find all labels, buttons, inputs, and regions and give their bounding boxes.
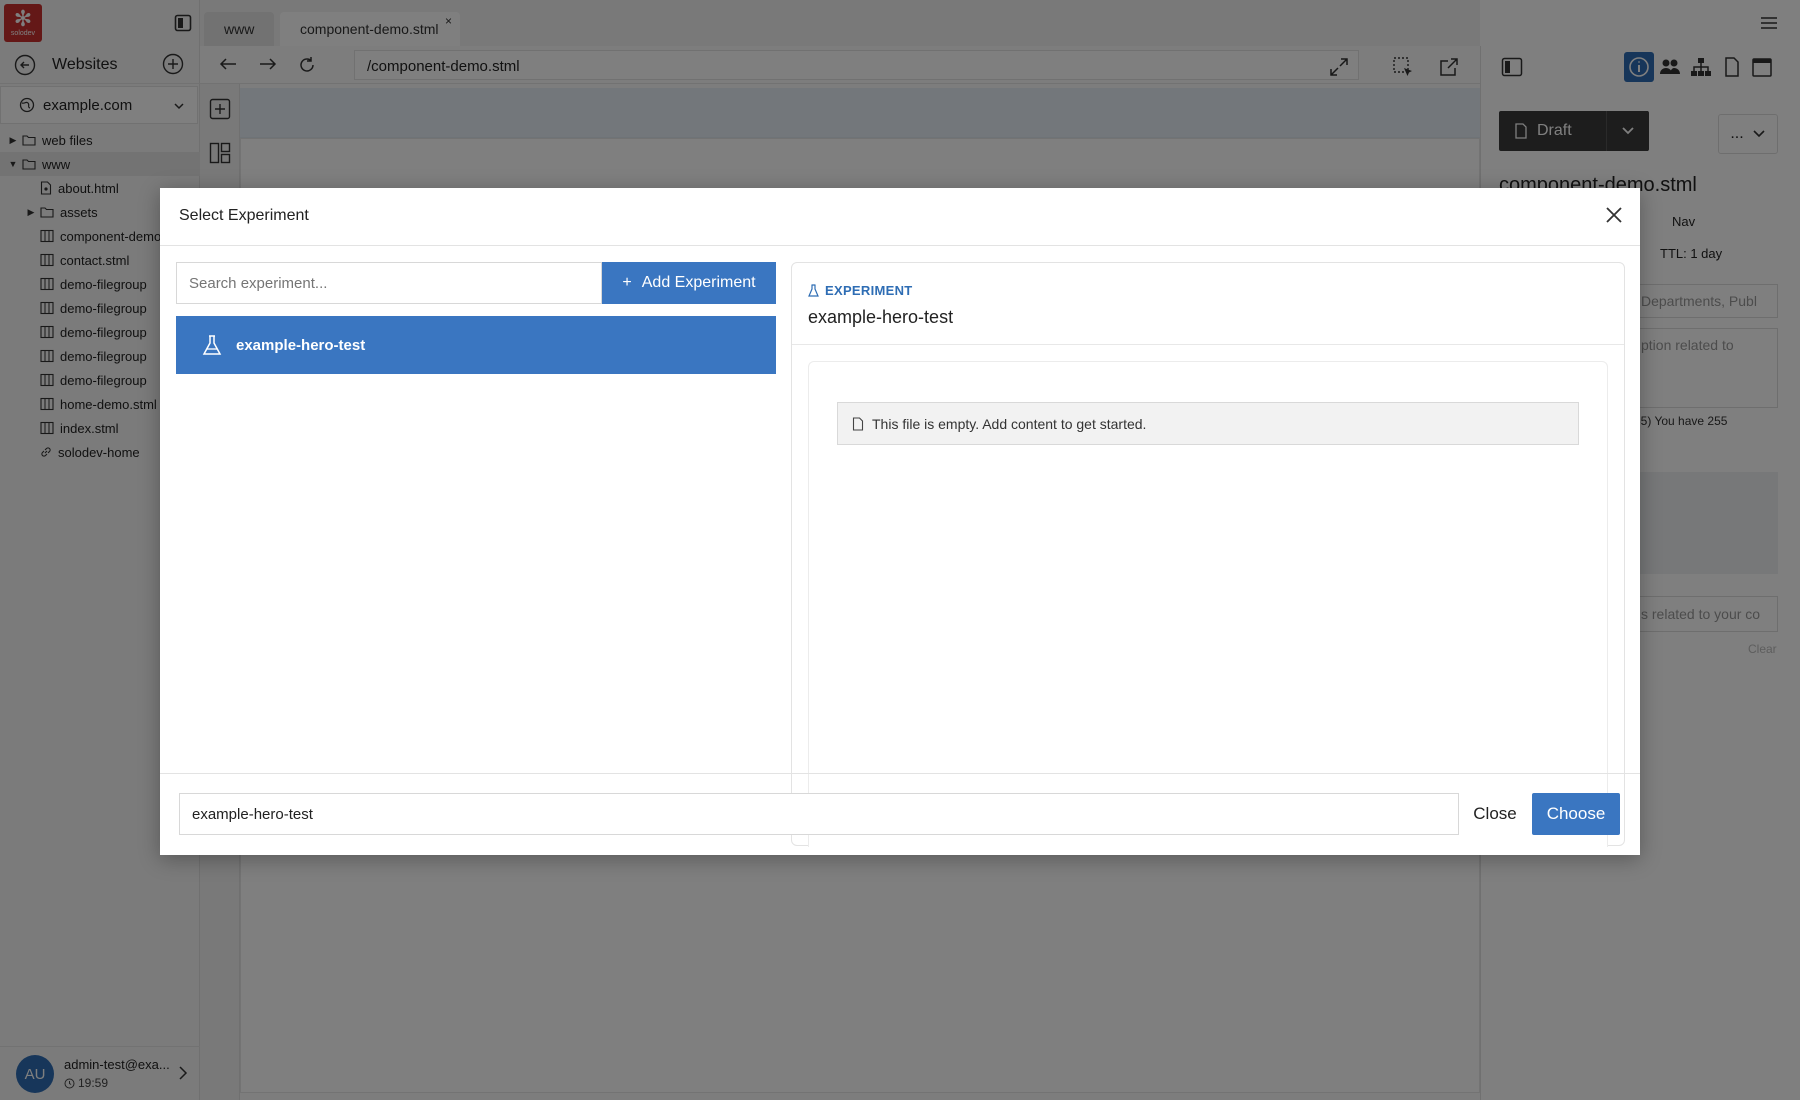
experiment-kicker: EXPERIMENT bbox=[808, 283, 913, 298]
add-experiment-label: Add Experiment bbox=[641, 274, 756, 291]
experiment-list-label: example-hero-test bbox=[236, 336, 366, 354]
empty-file-notice: This file is empty. Add content to get s… bbox=[837, 402, 1579, 445]
flask-icon bbox=[808, 284, 819, 297]
experiment-list-item[interactable]: example-hero-test bbox=[176, 316, 776, 374]
experiment-detail-header: EXPERIMENT example-hero-test bbox=[792, 263, 1624, 345]
empty-file-message: This file is empty. Add content to get s… bbox=[872, 415, 1147, 432]
plus-icon: + bbox=[622, 274, 632, 291]
modal-header: Select Experiment bbox=[160, 188, 1640, 246]
experiment-name: example-hero-test bbox=[808, 307, 954, 327]
flask-icon bbox=[202, 334, 222, 356]
experiment-detail-panel: EXPERIMENT example-hero-test This file i… bbox=[791, 262, 1625, 847]
modal-title: Select Experiment bbox=[179, 207, 309, 224]
experiment-kicker-label: EXPERIMENT bbox=[825, 283, 913, 298]
selected-experiment-field[interactable]: example-hero-test bbox=[179, 793, 1459, 835]
file-icon bbox=[852, 416, 864, 431]
add-experiment-button[interactable]: + Add Experiment bbox=[602, 262, 776, 304]
modal-footer: example-hero-test Close Choose bbox=[160, 773, 1640, 855]
select-experiment-modal: Select Experiment + Add Experiment examp… bbox=[160, 188, 1640, 855]
close-icon[interactable] bbox=[1604, 205, 1624, 225]
close-button[interactable]: Close bbox=[1459, 793, 1531, 835]
choose-button[interactable]: Choose bbox=[1532, 793, 1620, 835]
search-experiment-input[interactable] bbox=[176, 262, 602, 304]
